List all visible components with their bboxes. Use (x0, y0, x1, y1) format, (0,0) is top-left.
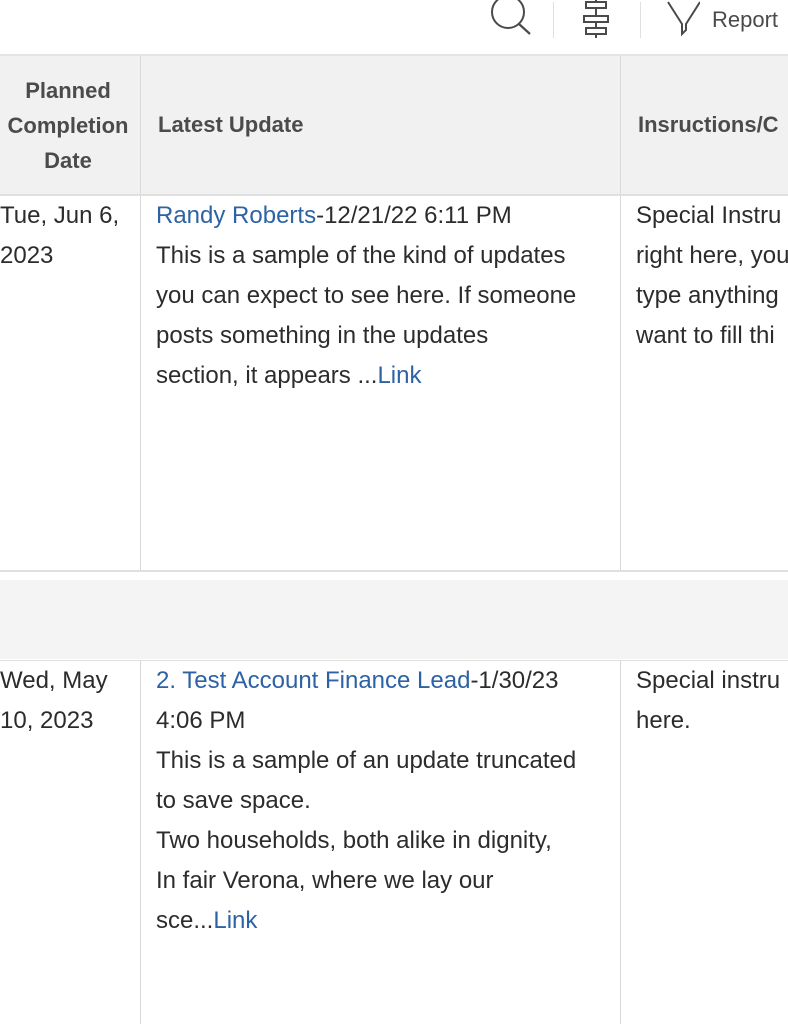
instructions-cell: Special instru here. (621, 661, 788, 1024)
instructions-text: here. (636, 707, 691, 734)
search-button[interactable] (488, 0, 534, 40)
header-text: Insructions/C (638, 112, 779, 137)
instructions-text: Special instru (636, 667, 781, 694)
toolbar: Report (0, 0, 788, 56)
update-text: sce... (156, 907, 214, 934)
group-separator-row (0, 580, 788, 659)
table-row: Wed, May 10, 2023 2. Test Account Financ… (0, 660, 788, 1024)
date-text: 2023 (0, 242, 54, 269)
filter-icon (667, 1, 700, 37)
author-link[interactable]: Randy Roberts (156, 202, 316, 229)
update-text: This is a sample of an update truncated (156, 747, 577, 774)
header-text: Date (44, 147, 92, 173)
header-text: Planned (25, 77, 111, 103)
planned-date-cell: Tue, Jun 6, 2023 (0, 196, 141, 570)
instructions-text: type anything (636, 282, 779, 309)
toolbar-divider (640, 2, 641, 38)
date-text: Tue, Jun 6, (0, 202, 120, 229)
header-text: Completion (7, 112, 129, 138)
sitemap-icon (583, 0, 609, 38)
header-text: Latest Update (158, 112, 304, 137)
update-text: section, it appears ... (156, 362, 378, 389)
update-text: In fair Verona, where we lay our (156, 867, 494, 894)
table-row: Tue, Jun 6, 2023 Randy Roberts-12/21/22 … (0, 196, 788, 572)
update-link[interactable]: Link (377, 362, 421, 389)
update-text: to save space. (156, 787, 311, 814)
report-view: Report Planned Completion Date Latest Up… (0, 0, 788, 1024)
author-link[interactable]: 2. Test Account Finance Lead (156, 667, 470, 694)
update-link[interactable]: Link (213, 907, 257, 934)
latest-update-cell: Randy Roberts-12/21/22 6:11 PM This is a… (141, 196, 621, 570)
instructions-text: Special Instru (636, 202, 782, 229)
search-icon (491, 0, 531, 35)
date-text: 10, 2023 (0, 707, 94, 734)
update-text: you can expect to see here. If someone (156, 282, 577, 309)
sitemap-button[interactable] (574, 0, 618, 40)
update-timestamp: -12/21/22 6:11 PM (316, 202, 512, 229)
latest-update-cell: 2. Test Account Finance Lead-1/30/23 4:0… (141, 661, 621, 1024)
column-header-instructions[interactable]: Insructions/C (621, 56, 788, 194)
date-text: Wed, May (0, 667, 108, 694)
column-header-latest-update[interactable]: Latest Update (141, 56, 621, 194)
instructions-text: want to fill thi (636, 322, 775, 349)
column-header-planned-completion-date[interactable]: Planned Completion Date (0, 56, 141, 194)
toolbar-divider (553, 2, 554, 38)
report-label: Report (712, 7, 779, 32)
planned-date-cell: Wed, May 10, 2023 (0, 661, 141, 1024)
update-text: This is a sample of the kind of updates (156, 242, 566, 269)
instructions-text: right here, you (636, 242, 788, 269)
table-header: Planned Completion Date Latest Update In… (0, 56, 788, 196)
update-text: Two households, both alike in dignity, (156, 827, 552, 854)
update-text: posts something in the updates (156, 322, 489, 349)
report-button[interactable]: Report (666, 0, 788, 40)
instructions-cell: Special Instru right here, you type anyt… (621, 196, 788, 570)
update-timestamp: -1/30/23 (470, 667, 559, 694)
update-timestamp-continued: 4:06 PM (156, 707, 246, 734)
